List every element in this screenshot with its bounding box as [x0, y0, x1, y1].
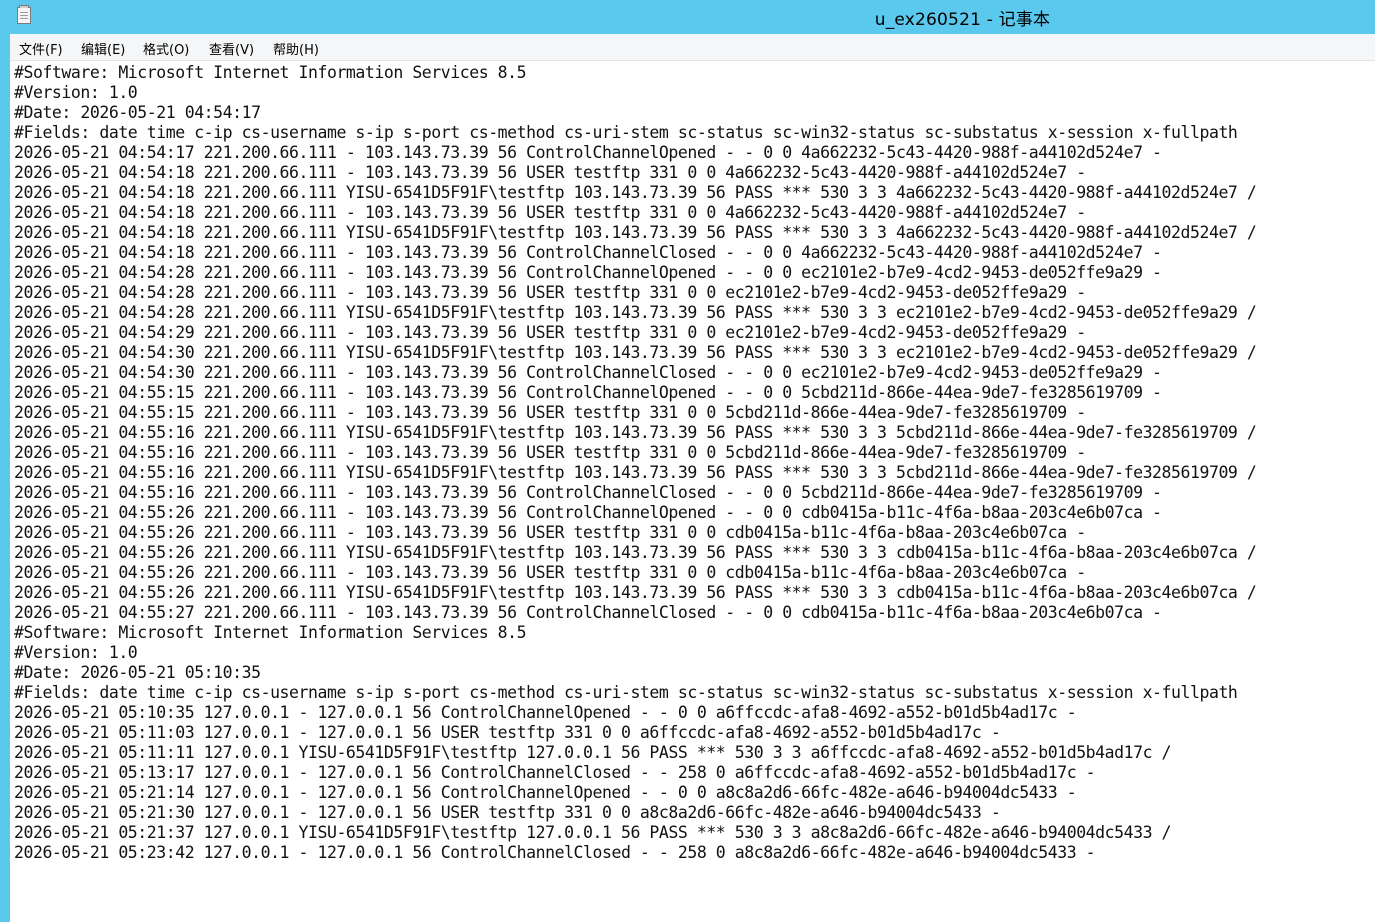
log-entry-line: 2026-05-21 05:21:30 127.0.0.1 - 127.0.0.…	[14, 803, 1001, 822]
log-entry-line: 2026-05-21 04:55:27 221.200.66.111 - 103…	[14, 603, 1162, 622]
log-entry-line: 2026-05-21 04:54:29 221.200.66.111 - 103…	[14, 323, 1086, 342]
log-entry-line: 2026-05-21 04:55:26 221.200.66.111 - 103…	[14, 503, 1162, 522]
menu-file[interactable]: 文件(F)	[19, 39, 63, 58]
log-entry-line: 2026-05-21 05:13:17 127.0.0.1 - 127.0.0.…	[14, 763, 1096, 782]
log-entry-line: 2026-05-21 04:54:30 221.200.66.111 YISU-…	[14, 343, 1257, 362]
log-entry-line: 2026-05-21 04:55:26 221.200.66.111 YISU-…	[14, 543, 1257, 562]
log-header-line: #Date: 2026-05-21 05:10:35	[14, 663, 261, 682]
log-entry-line: 2026-05-21 04:54:18 221.200.66.111 - 103…	[14, 243, 1162, 262]
log-entry-line: 2026-05-21 04:55:16 221.200.66.111 YISU-…	[14, 423, 1257, 442]
log-entry-line: 2026-05-21 05:11:03 127.0.0.1 - 127.0.0.…	[14, 723, 1001, 742]
log-header-line: #Fields: date time c-ip cs-username s-ip…	[14, 683, 1238, 702]
window-title: u_ex260521 - 记事本	[874, 10, 1051, 30]
menu-help[interactable]: 帮助(H)	[273, 39, 319, 58]
log-entry-line: 2026-05-21 05:23:42 127.0.0.1 - 127.0.0.…	[14, 843, 1096, 862]
log-entry-line: 2026-05-21 05:10:35 127.0.0.1 - 127.0.0.…	[14, 703, 1077, 722]
log-entry-line: 2026-05-21 04:54:18 221.200.66.111 - 103…	[14, 163, 1086, 182]
log-entry-line: 2026-05-21 04:55:16 221.200.66.111 - 103…	[14, 483, 1162, 502]
menu-edit[interactable]: 编辑(E)	[81, 39, 125, 58]
log-entry-line: 2026-05-21 04:54:18 221.200.66.111 YISU-…	[14, 183, 1257, 202]
log-entry-line: 2026-05-21 04:55:26 221.200.66.111 YISU-…	[14, 583, 1257, 602]
menu-view[interactable]: 查看(V)	[209, 39, 254, 58]
log-header-line: #Fields: date time c-ip cs-username s-ip…	[14, 123, 1238, 142]
log-entry-line: 2026-05-21 04:55:15 221.200.66.111 - 103…	[14, 403, 1086, 422]
text-editor-area[interactable]: #Software: Microsoft Internet Informatio…	[10, 61, 1375, 922]
log-entry-line: 2026-05-21 04:54:30 221.200.66.111 - 103…	[14, 363, 1162, 382]
log-header-line: #Software: Microsoft Internet Informatio…	[14, 623, 527, 642]
menu-bar: 文件(F) 编辑(E) 格式(O) 查看(V) 帮助(H)	[10, 34, 1375, 61]
menu-format[interactable]: 格式(O)	[143, 39, 189, 58]
log-header-line: #Version: 1.0	[14, 83, 138, 102]
log-entry-line: 2026-05-21 04:55:16 221.200.66.111 - 103…	[14, 443, 1086, 462]
log-header-line: #Software: Microsoft Internet Informatio…	[14, 63, 527, 82]
log-entry-line: 2026-05-21 04:55:26 221.200.66.111 - 103…	[14, 523, 1086, 542]
log-entry-line: 2026-05-21 04:55:16 221.200.66.111 YISU-…	[14, 463, 1257, 482]
log-entry-line: 2026-05-21 04:55:15 221.200.66.111 - 103…	[14, 383, 1162, 402]
log-entry-line: 2026-05-21 04:54:28 221.200.66.111 - 103…	[14, 283, 1086, 302]
log-header-line: #Version: 1.0	[14, 643, 138, 662]
log-entry-line: 2026-05-21 04:54:28 221.200.66.111 - 103…	[14, 263, 1162, 282]
log-entry-line: 2026-05-21 04:54:18 221.200.66.111 YISU-…	[14, 223, 1257, 242]
log-header-line: #Date: 2026-05-21 04:54:17	[14, 103, 261, 122]
log-entry-line: 2026-05-21 04:54:28 221.200.66.111 YISU-…	[14, 303, 1257, 322]
log-entry-line: 2026-05-21 04:54:17 221.200.66.111 - 103…	[14, 143, 1162, 162]
log-entry-line: 2026-05-21 05:21:14 127.0.0.1 - 127.0.0.…	[14, 783, 1077, 802]
log-entry-line: 2026-05-21 05:11:11 127.0.0.1 YISU-6541D…	[14, 743, 1172, 762]
log-entry-line: 2026-05-21 04:55:26 221.200.66.111 - 103…	[14, 563, 1086, 582]
notepad-window: u_ex260521 - 记事本 文件(F) 编辑(E) 格式(O) 查看(V)…	[0, 0, 1375, 922]
log-entry-line: 2026-05-21 04:54:18 221.200.66.111 - 103…	[14, 203, 1086, 222]
log-content: #Software: Microsoft Internet Informatio…	[14, 63, 1257, 863]
title-bar[interactable]: u_ex260521 - 记事本	[0, 0, 1375, 34]
log-entry-line: 2026-05-21 05:21:37 127.0.0.1 YISU-6541D…	[14, 823, 1172, 842]
